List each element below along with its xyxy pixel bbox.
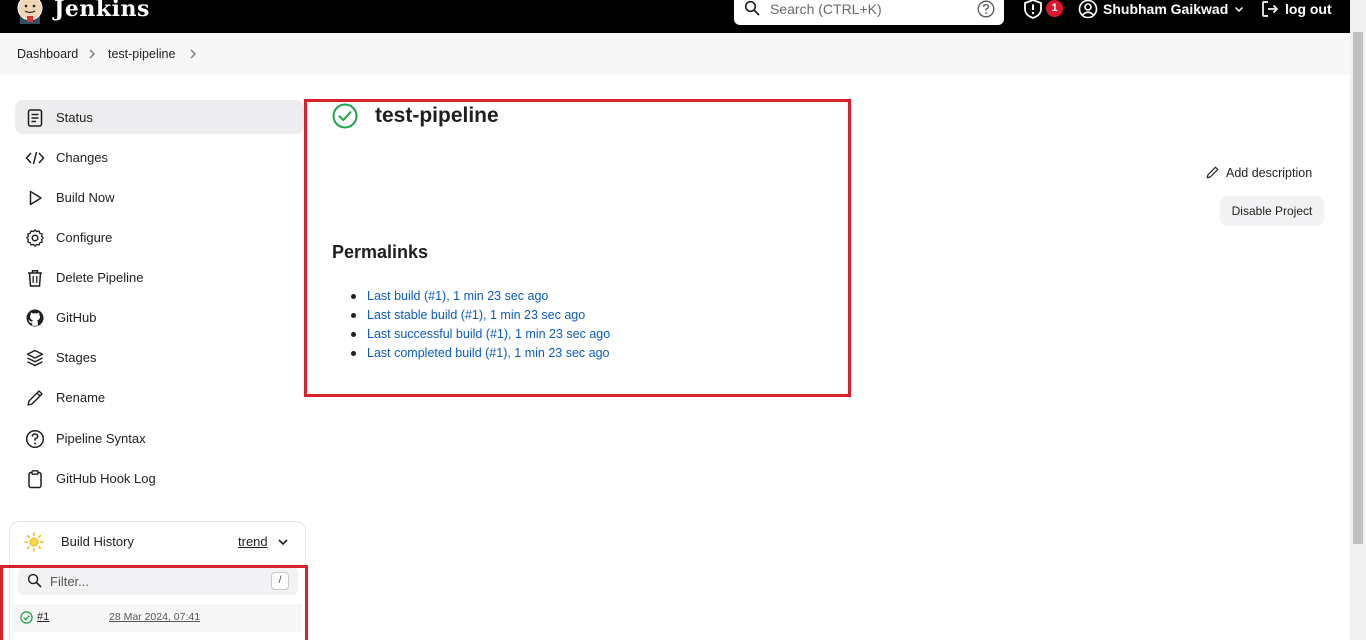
breadcrumb-test-pipeline[interactable]: test-pipeline xyxy=(108,47,175,61)
sidebar-item-label: Stages xyxy=(56,350,97,365)
sidebar-item-label: Build Now xyxy=(56,190,115,205)
sidebar-item-github[interactable]: GitHub xyxy=(15,300,304,334)
gear-icon xyxy=(26,229,44,247)
breadcrumb: Dashboard test-pipeline xyxy=(0,33,1350,75)
sidebar-item-label: GitHub xyxy=(56,310,97,325)
chevron-down-icon[interactable] xyxy=(277,536,289,548)
sidebar-item-label: GitHub Hook Log xyxy=(56,471,156,486)
sidebar-item-build-now[interactable]: Build Now xyxy=(15,180,304,214)
pencil-icon xyxy=(1206,166,1219,179)
search-icon xyxy=(744,0,760,16)
layers-icon xyxy=(26,349,44,367)
sidebar-item-label: Rename xyxy=(56,390,106,405)
highlight-box-main xyxy=(304,99,851,397)
trash-icon xyxy=(28,270,42,287)
user-menu[interactable]: Shubham Gaikwad xyxy=(1078,0,1245,19)
sidebar-item-delete-pipeline[interactable]: Delete Pipeline xyxy=(15,260,304,294)
user-name[interactable]: Shubham Gaikwad xyxy=(1103,1,1228,17)
sidebar-item-github-hook-log[interactable]: GitHub Hook Log xyxy=(15,461,304,495)
search-box[interactable] xyxy=(734,0,1004,25)
pencil-icon xyxy=(27,390,43,406)
logout-link[interactable]: log out xyxy=(1260,0,1332,19)
logout-label[interactable]: log out xyxy=(1285,1,1332,17)
chevron-down-icon[interactable] xyxy=(1233,3,1245,15)
user-avatar-icon xyxy=(1078,0,1098,19)
document-icon xyxy=(27,109,43,127)
play-icon xyxy=(29,190,42,206)
security-shield-icon[interactable] xyxy=(1022,0,1044,20)
top-header: Jenkins 1 Shubham Gaikwad xyxy=(0,0,1350,33)
scrollbar-thumb[interactable] xyxy=(1353,32,1363,544)
help-icon[interactable] xyxy=(977,0,995,18)
help-icon xyxy=(25,429,45,449)
add-description-button[interactable]: Add description xyxy=(1205,165,1312,180)
trend-link[interactable]: trend xyxy=(238,534,268,549)
brand-name[interactable]: Jenkins xyxy=(54,0,150,22)
sidebar-item-label: Status xyxy=(56,110,93,125)
github-icon xyxy=(26,309,44,327)
alert-count-badge[interactable]: 1 xyxy=(1046,0,1063,17)
search-input[interactable] xyxy=(770,0,970,19)
page-scrollbar[interactable] xyxy=(1350,0,1366,640)
clipboard-icon xyxy=(28,470,42,489)
code-icon xyxy=(25,151,45,165)
sidebar-item-label: Delete Pipeline xyxy=(56,270,144,285)
sidebar-item-label: Configure xyxy=(56,230,113,245)
sidebar-item-stages[interactable]: Stages xyxy=(15,340,304,374)
sidebar-item-rename[interactable]: Rename xyxy=(15,380,304,414)
add-description-label: Add description xyxy=(1226,165,1313,180)
sun-icon xyxy=(24,532,44,552)
chevron-right-icon[interactable] xyxy=(188,48,198,60)
sidebar-item-label: Changes xyxy=(56,150,109,165)
breadcrumb-dashboard[interactable]: Dashboard xyxy=(17,47,78,61)
chevron-right-icon xyxy=(89,49,95,59)
sidebar-item-pipeline-syntax[interactable]: Pipeline Syntax xyxy=(15,421,304,455)
sidebar-item-configure[interactable]: Configure xyxy=(15,220,304,254)
disable-project-button[interactable]: Disable Project xyxy=(1220,196,1324,226)
jenkins-logo-icon[interactable] xyxy=(16,0,44,24)
sidebar-item-label: Pipeline Syntax xyxy=(56,431,146,446)
sidebar-item-changes[interactable]: Changes xyxy=(15,140,304,174)
logout-icon xyxy=(1262,1,1279,17)
highlight-box-build-history xyxy=(0,565,308,640)
sidebar-item-status[interactable]: Status xyxy=(15,100,304,134)
build-history-title: Build History xyxy=(61,534,134,549)
